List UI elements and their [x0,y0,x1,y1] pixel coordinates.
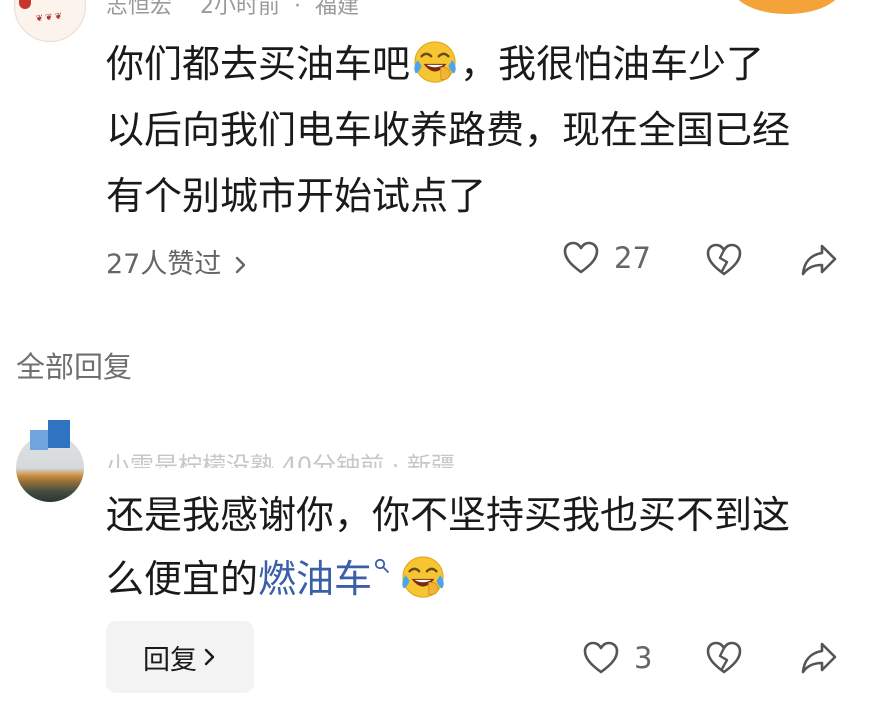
avatar-logo: ❦❦❦ [35,11,65,25]
badge-icon [19,0,31,9]
reply-dislike-button[interactable] [705,640,743,680]
follow-button[interactable] [732,0,842,14]
laughing-crying-emoji-icon [414,41,456,83]
keyword-search-link[interactable]: 燃油车 [258,557,372,601]
chevron-right-icon [204,648,215,666]
dislike-button[interactable] [705,242,743,282]
comment-text-line: 以后向我们电车收养路费，现在全国已经 [106,108,791,152]
avatar-decoration [48,420,70,448]
share-icon [801,642,837,674]
reply-share-button[interactable] [800,640,838,680]
search-icon[interactable] [374,558,390,574]
chevron-right-icon [235,256,246,274]
laughing-crying-emoji-icon [402,556,444,598]
reply-text-line: 还是我感谢你，你不坚持买我也买不到这 [106,493,791,537]
reply-like-button[interactable]: 3 [582,640,652,676]
heart-icon [583,641,619,674]
reply-button[interactable]: 回复 [106,621,254,693]
avatar-decoration [30,430,48,450]
broken-heart-icon [706,641,742,674]
comment-text-line: 有个别城市开始试点了 [106,174,487,218]
like-count: 27 [614,241,651,275]
comment-location: 福建 [315,0,360,19]
reply-like-count: 3 [634,641,653,675]
comment-meta: 志恒宏 2小时前 · 福建 [106,0,359,20]
section-title: 全部回复 [16,350,133,384]
heart-icon [563,241,599,274]
reply-text-line: 么便宜的燃油车 [106,546,448,612]
share-button[interactable] [800,242,838,282]
reply-meta: 小雪是柠檬没熟 40分钟前 · 新疆 [106,452,456,468]
likers-link[interactable]: 27人赞过 [106,242,248,281]
avatar[interactable]: ❦❦❦ [14,0,86,42]
comment-author[interactable]: 志恒宏 [106,0,172,19]
like-button[interactable]: 27 [562,240,651,276]
share-icon [801,244,837,276]
comment-text-line: 你们都去买油车吧 ，我很怕油车少了 [106,31,764,97]
broken-heart-icon [706,243,742,276]
comment-time: 2小时前 [200,0,281,19]
